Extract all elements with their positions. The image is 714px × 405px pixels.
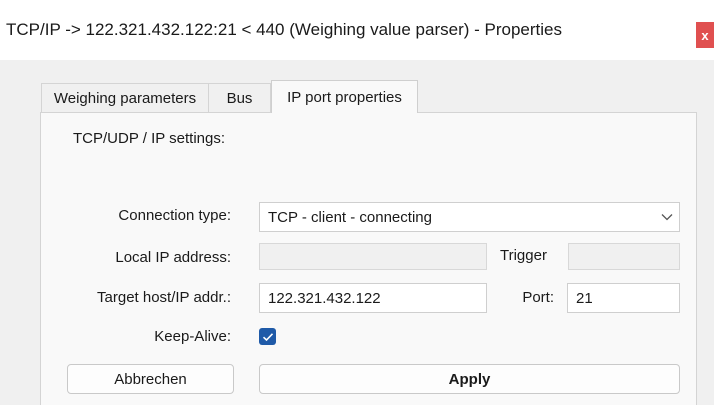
trigger-label: Trigger [500,247,547,264]
tab-label: Bus [226,89,253,107]
cancel-button-label: Abbrechen [114,370,187,388]
keep-alive-label: Keep-Alive: [154,328,231,345]
close-icon: x [701,27,709,43]
local-ip-field[interactable] [259,243,487,270]
port-value: 21 [576,289,593,307]
section-title: TCP/UDP / IP settings: [73,130,225,147]
connection-type-value: TCP - client - connecting [268,208,432,226]
target-host-input[interactable]: 122.321.432.122 [259,283,487,313]
port-input[interactable]: 21 [567,283,680,313]
connection-type-select[interactable]: TCP - client - connecting [259,202,680,232]
tab-weighing-parameters[interactable]: Weighing parameters [41,83,209,112]
window-title: TCP/IP -> 122.321.432.122:21 < 440 (Weig… [6,20,562,39]
port-label: Port: [522,289,554,306]
chevron-down-icon [661,214,673,221]
tab-bus[interactable]: Bus [208,83,271,112]
tab-ip-port-properties[interactable]: IP port properties [271,80,418,113]
apply-button-label: Apply [448,370,491,388]
trigger-field[interactable] [568,243,680,270]
target-host-label: Target host/IP addr.: [97,289,231,306]
title-bar: TCP/IP -> 122.321.432.122:21 < 440 (Weig… [0,0,714,60]
target-host-value: 122.321.432.122 [268,289,381,307]
tab-label: IP port properties [287,88,402,106]
checkmark-icon [262,332,273,341]
cancel-button[interactable]: Abbrechen [67,364,234,394]
close-button[interactable]: x [696,22,714,48]
tab-label: Weighing parameters [53,89,197,107]
keep-alive-checkbox[interactable] [259,328,276,345]
local-ip-label: Local IP address: [115,249,231,266]
apply-button[interactable]: Apply [259,364,680,394]
connection-type-label: Connection type: [118,207,231,224]
